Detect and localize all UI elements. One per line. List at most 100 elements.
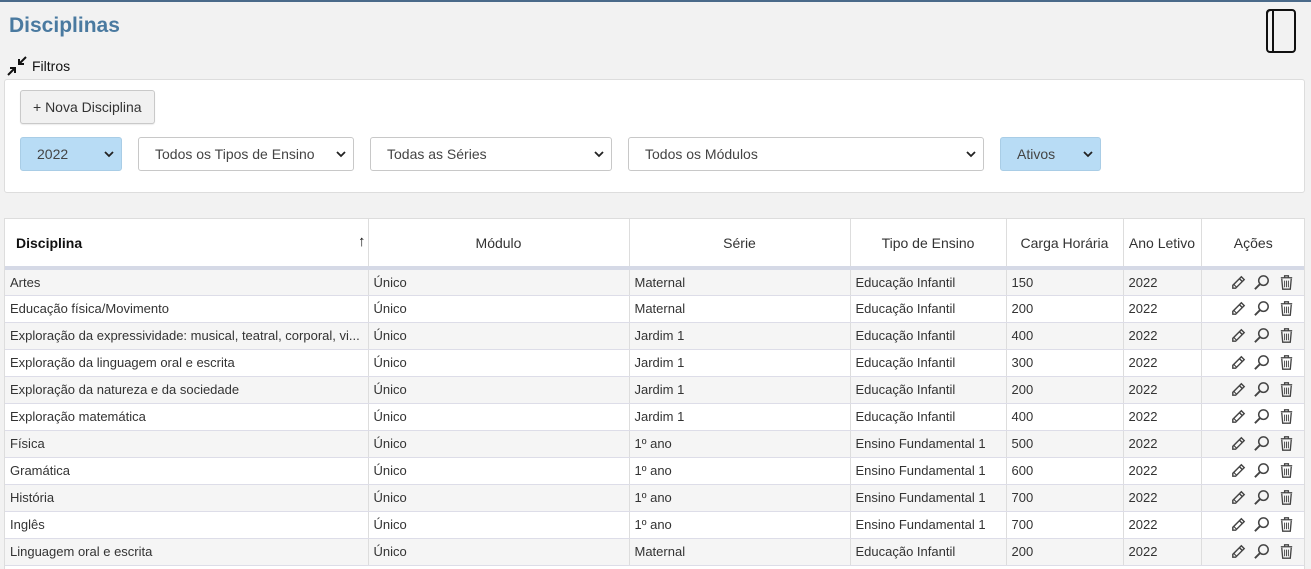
view-icon[interactable] (1253, 461, 1272, 480)
edit-icon[interactable] (1229, 434, 1248, 453)
table-header-row: Disciplina ↑ Módulo Série Tipo de Ensino… (5, 219, 1304, 270)
table-row[interactable]: Exploração da expressividade: musical, t… (5, 322, 1304, 350)
column-header-ano-letivo[interactable]: Ano Letivo (1123, 219, 1202, 270)
teaching-type-select[interactable]: Todos os Tipos de Ensino (138, 137, 354, 171)
cell-acoes (1201, 538, 1304, 566)
collapse-icon (7, 56, 27, 76)
view-icon[interactable] (1253, 488, 1272, 507)
edit-icon[interactable] (1229, 273, 1248, 292)
cell-tipo-ensino: Ensino Fundamental 1 (850, 511, 1007, 539)
table-row[interactable]: Exploração da natureza e da sociedade Úni… (5, 376, 1304, 404)
cell-ano-letivo: 2022 (1123, 349, 1202, 377)
delete-icon[interactable] (1277, 326, 1296, 345)
cell-disciplina: Linguagem oral e escrita (5, 538, 369, 566)
year-select[interactable]: 2022 (20, 137, 122, 171)
module-select[interactable]: Todos os Módulos (628, 137, 984, 171)
cell-modulo: Único (368, 538, 630, 566)
column-header-tipo-ensino[interactable]: Tipo de Ensino (850, 219, 1007, 270)
chevron-down-icon (104, 151, 114, 158)
filters-label: Filtros (32, 58, 71, 74)
new-discipline-button[interactable]: + Nova Disciplina (20, 90, 155, 124)
edit-icon[interactable] (1229, 515, 1248, 534)
column-header-carga-horaria[interactable]: Carga Horária (1006, 219, 1124, 270)
status-select[interactable]: Ativos (1000, 137, 1101, 171)
cell-ano-letivo: 2022 (1123, 268, 1202, 296)
cell-modulo: Único (368, 430, 630, 458)
table-row[interactable]: Educação física/Movimento Único Maternal Ed… (5, 295, 1304, 323)
delete-icon[interactable] (1277, 353, 1296, 372)
cell-modulo: Único (368, 457, 630, 485)
cell-carga-horaria: 200 (1006, 295, 1124, 323)
delete-icon[interactable] (1277, 407, 1296, 426)
cell-ano-letivo: 2022 (1123, 457, 1202, 485)
status-select-value: Ativos (1017, 146, 1056, 162)
filters-toggle[interactable]: Filtros (6, 55, 70, 77)
cell-carga-horaria: 700 (1006, 484, 1124, 512)
table-row[interactable]: Física Único 1º ano Ensino Fundamental 1 500… (5, 430, 1304, 458)
view-icon[interactable] (1253, 542, 1272, 561)
delete-icon[interactable] (1277, 461, 1296, 480)
view-icon[interactable] (1253, 273, 1272, 292)
cell-ano-letivo: 2022 (1123, 403, 1202, 431)
chevron-down-icon (966, 151, 976, 158)
view-icon[interactable] (1253, 434, 1272, 453)
cell-carga-horaria: 300 (1006, 349, 1124, 377)
delete-icon[interactable] (1277, 273, 1296, 292)
table-row[interactable]: Linguagem oral e escrita Único Maternal Edu… (5, 538, 1304, 566)
cell-disciplina: Gramática (5, 457, 369, 485)
cell-serie: 1º ano (629, 511, 851, 539)
view-icon[interactable] (1253, 515, 1272, 534)
cell-serie: 1º ano (629, 430, 851, 458)
edit-icon[interactable] (1229, 407, 1248, 426)
cell-tipo-ensino: Educação Infantil (850, 268, 1007, 296)
cell-disciplina: Física (5, 430, 369, 458)
cell-carga-horaria: 200 (1006, 538, 1124, 566)
table-row[interactable]: História Único 1º ano Ensino Fundamental 17… (5, 484, 1304, 512)
series-select[interactable]: Todas as Séries (370, 137, 612, 171)
cell-serie: Jardim 1 (629, 403, 851, 431)
sort-arrow-icon[interactable]: ↑ (358, 233, 366, 250)
cell-tipo-ensino: Educação Infantil (850, 376, 1007, 404)
delete-icon[interactable] (1277, 434, 1296, 453)
column-header-acoes: Ações (1201, 219, 1304, 270)
edit-icon[interactable] (1229, 380, 1248, 399)
view-icon[interactable] (1253, 407, 1272, 426)
delete-icon[interactable] (1277, 488, 1296, 507)
delete-icon[interactable] (1277, 299, 1296, 318)
page-title: Disciplinas (9, 14, 120, 37)
table-row[interactable]: Inglês Único 1º ano Ensino Fundamental 1 700… (5, 511, 1304, 539)
cell-ano-letivo: 2022 (1123, 538, 1202, 566)
edit-icon[interactable] (1229, 326, 1248, 345)
view-icon[interactable] (1253, 380, 1272, 399)
cell-disciplina: Artes (5, 268, 369, 296)
edit-icon[interactable] (1229, 488, 1248, 507)
table-row[interactable]: Artes Único Maternal Educação Infantil 150 20… (5, 268, 1304, 296)
column-header-modulo[interactable]: Módulo (368, 219, 630, 270)
view-icon[interactable] (1253, 326, 1272, 345)
cell-tipo-ensino: Educação Infantil (850, 295, 1007, 323)
cell-tipo-ensino: Educação Infantil (850, 538, 1007, 566)
table-row[interactable]: Exploração da linguagem oral e escrita Ún… (5, 349, 1304, 377)
view-icon[interactable] (1253, 299, 1272, 318)
cell-acoes (1201, 295, 1304, 323)
view-icon[interactable] (1253, 353, 1272, 372)
column-header-disciplina[interactable]: Disciplina ↑ (5, 219, 369, 270)
cell-tipo-ensino: Ensino Fundamental 1 (850, 484, 1007, 512)
column-header-label: Disciplina (16, 234, 83, 251)
cell-carga-horaria: 700 (1006, 511, 1124, 539)
cell-disciplina: Exploração da linguagem oral e escrita (5, 349, 369, 377)
delete-icon[interactable] (1277, 380, 1296, 399)
delete-icon[interactable] (1277, 515, 1296, 534)
delete-icon[interactable] (1277, 542, 1296, 561)
column-header-serie[interactable]: Série (629, 219, 851, 270)
edit-icon[interactable] (1229, 542, 1248, 561)
edit-icon[interactable] (1229, 299, 1248, 318)
edit-icon[interactable] (1229, 353, 1248, 372)
cell-tipo-ensino: Educação Infantil (850, 349, 1007, 377)
book-icon[interactable] (1263, 8, 1299, 54)
table-row[interactable]: Gramática Único 1º ano Ensino Fundamental 1… (5, 457, 1304, 485)
table-row[interactable]: Exploração matemática Único Jardim 1 Educaç… (5, 403, 1304, 431)
cell-modulo: Único (368, 349, 630, 377)
cell-acoes (1201, 376, 1304, 404)
edit-icon[interactable] (1229, 461, 1248, 480)
